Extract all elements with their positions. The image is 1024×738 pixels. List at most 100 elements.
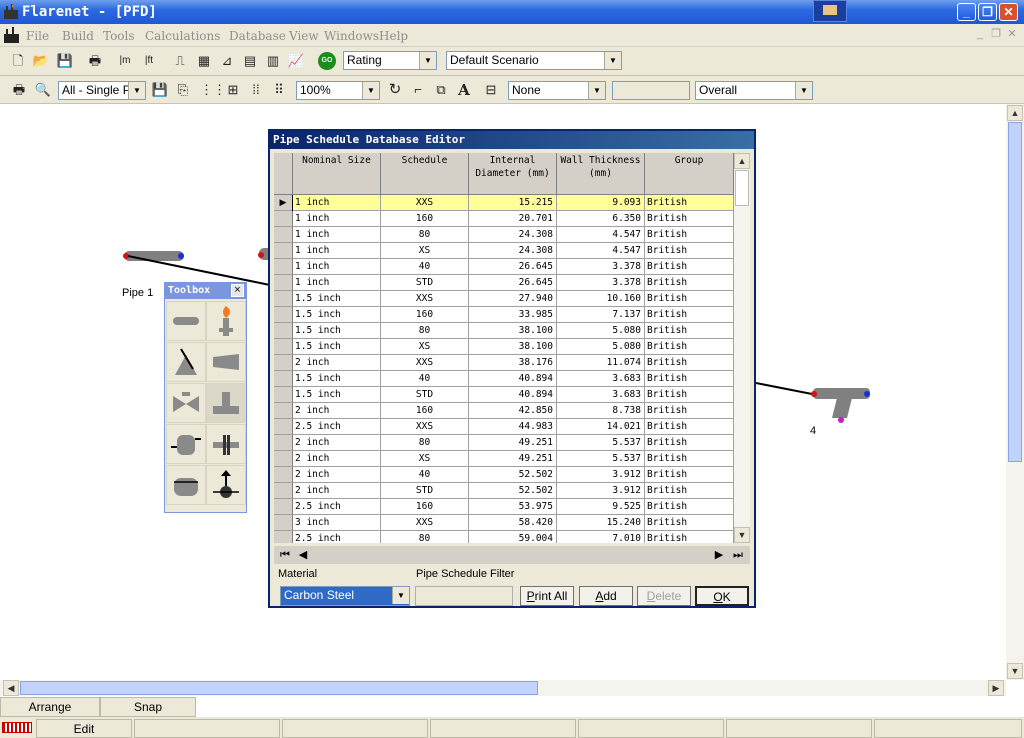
cell-wall-thickness[interactable]: 8.738 xyxy=(557,403,645,419)
cell-schedule[interactable]: XS xyxy=(381,339,469,355)
cell-wall-thickness[interactable]: 4.547 xyxy=(557,243,645,259)
tab-arrange[interactable]: Arrange xyxy=(0,697,100,717)
orifice-tool-icon[interactable] xyxy=(206,424,246,464)
cell-internal-diameter[interactable]: 53.975 xyxy=(469,499,557,515)
material-select[interactable]: Carbon Steel ▼ xyxy=(280,586,410,606)
cell-wall-thickness[interactable]: 9.525 xyxy=(557,499,645,515)
last-record-icon[interactable]: ⏭ xyxy=(730,547,746,563)
row-header[interactable] xyxy=(274,323,293,339)
cell-internal-diameter[interactable]: 38.100 xyxy=(469,323,557,339)
cell-schedule[interactable]: 80 xyxy=(381,323,469,339)
drum-tool-icon[interactable] xyxy=(166,465,206,505)
cell-internal-diameter[interactable]: 49.251 xyxy=(469,451,557,467)
cell-group[interactable]: British xyxy=(645,499,734,515)
column-header-group[interactable]: Group xyxy=(645,153,734,195)
row-header[interactable] xyxy=(274,451,293,467)
print-all-button[interactable]: Print All xyxy=(520,586,574,606)
grid-scroll-up-arrow[interactable]: ▲ xyxy=(734,153,750,169)
cell-nominal-size[interactable]: 2.5 inch xyxy=(293,531,381,543)
cell-wall-thickness[interactable]: 5.537 xyxy=(557,451,645,467)
cell-wall-thickness[interactable]: 3.378 xyxy=(557,259,645,275)
cell-group[interactable]: British xyxy=(645,339,734,355)
cell-nominal-size[interactable]: 2 inch xyxy=(293,483,381,499)
cell-group[interactable]: British xyxy=(645,467,734,483)
cell-nominal-size[interactable]: 1 inch xyxy=(293,227,381,243)
cell-nominal-size[interactable]: 1.5 inch xyxy=(293,291,381,307)
tee-tool-icon[interactable] xyxy=(206,383,246,423)
reducer-tool-icon[interactable] xyxy=(206,342,246,382)
previous-record-icon[interactable]: ◀ xyxy=(295,547,311,563)
row-header[interactable] xyxy=(274,499,293,515)
cell-wall-thickness[interactable]: 3.912 xyxy=(557,467,645,483)
cell-internal-diameter[interactable]: 24.308 xyxy=(469,227,557,243)
separator-tool-icon[interactable] xyxy=(166,424,206,464)
cell-schedule[interactable]: 40 xyxy=(381,467,469,483)
scroll-right-arrow[interactable]: ▶ xyxy=(988,680,1004,696)
tab-snap[interactable]: Snap xyxy=(100,697,196,717)
cell-nominal-size[interactable]: 1.5 inch xyxy=(293,339,381,355)
cell-schedule[interactable]: 160 xyxy=(381,307,469,323)
cell-wall-thickness[interactable]: 14.021 xyxy=(557,419,645,435)
pipe-schedule-dialog[interactable]: Pipe Schedule Database Editor Nominal Si… xyxy=(268,129,756,608)
mdi-close-button[interactable]: ✕ xyxy=(1004,27,1020,41)
cell-group[interactable]: British xyxy=(645,419,734,435)
row-header[interactable] xyxy=(274,243,293,259)
tee-4-branch-port[interactable] xyxy=(838,417,844,423)
row-header[interactable] xyxy=(274,291,293,307)
cell-schedule[interactable]: 160 xyxy=(381,499,469,515)
cell-internal-diameter[interactable]: 33.985 xyxy=(469,307,557,323)
cell-schedule[interactable]: 40 xyxy=(381,371,469,387)
grid-scroll-down-arrow[interactable]: ▼ xyxy=(734,527,750,543)
cell-internal-diameter[interactable]: 52.502 xyxy=(469,467,557,483)
pipe-tool-icon[interactable] xyxy=(166,301,206,341)
cell-wall-thickness[interactable]: 5.537 xyxy=(557,435,645,451)
cell-internal-diameter[interactable]: 38.100 xyxy=(469,339,557,355)
cell-nominal-size[interactable]: 1 inch xyxy=(293,275,381,291)
column-header-internal-diameter[interactable]: Internal Diameter (mm) xyxy=(469,153,557,195)
cell-wall-thickness[interactable]: 5.080 xyxy=(557,339,645,355)
cell-wall-thickness[interactable]: 5.080 xyxy=(557,323,645,339)
cell-internal-diameter[interactable]: 40.894 xyxy=(469,387,557,403)
cell-group[interactable]: British xyxy=(645,483,734,499)
scroll-down-arrow[interactable]: ▼ xyxy=(1007,663,1023,679)
add-button[interactable]: Add xyxy=(579,586,633,606)
cell-internal-diameter[interactable]: 49.251 xyxy=(469,435,557,451)
cell-group[interactable]: British xyxy=(645,323,734,339)
cell-nominal-size[interactable]: 1 inch xyxy=(293,243,381,259)
row-header[interactable] xyxy=(274,371,293,387)
cell-wall-thickness[interactable]: 7.137 xyxy=(557,307,645,323)
cell-group[interactable]: British xyxy=(645,451,734,467)
cell-group[interactable]: British xyxy=(645,243,734,259)
row-header[interactable] xyxy=(274,483,293,499)
flare-tip-tool-icon[interactable] xyxy=(206,301,246,341)
cell-group[interactable]: British xyxy=(645,515,734,531)
row-header[interactable] xyxy=(274,515,293,531)
cell-wall-thickness[interactable]: 4.547 xyxy=(557,227,645,243)
cell-schedule[interactable]: 80 xyxy=(381,531,469,543)
row-header[interactable] xyxy=(274,531,293,543)
grid-vertical-scrollbar[interactable] xyxy=(734,153,750,543)
cell-nominal-size[interactable]: 1.5 inch xyxy=(293,371,381,387)
cell-group[interactable]: British xyxy=(645,195,734,211)
row-header[interactable] xyxy=(274,387,293,403)
cell-wall-thickness[interactable]: 3.912 xyxy=(557,483,645,499)
cell-wall-thickness[interactable]: 10.160 xyxy=(557,291,645,307)
cell-internal-diameter[interactable]: 26.645 xyxy=(469,275,557,291)
toolbox-window[interactable]: Toolbox × xyxy=(164,282,247,513)
row-header[interactable] xyxy=(274,339,293,355)
horizontal-scroll-thumb[interactable] xyxy=(20,681,538,695)
cell-wall-thickness[interactable]: 9.093 xyxy=(557,195,645,211)
current-row-indicator[interactable]: ▶ xyxy=(274,195,293,211)
cell-schedule[interactable]: XXS xyxy=(381,515,469,531)
control-valve-tool-icon[interactable] xyxy=(166,383,206,423)
cell-internal-diameter[interactable]: 58.420 xyxy=(469,515,557,531)
cell-wall-thickness[interactable]: 15.240 xyxy=(557,515,645,531)
cell-schedule[interactable]: STD xyxy=(381,483,469,499)
schedule-grid[interactable]: ▶ 1 inch XXS 15.215 9.093 British 1 inch 160 20.… xyxy=(274,195,734,543)
cell-group[interactable]: British xyxy=(645,227,734,243)
cell-internal-diameter[interactable]: 44.983 xyxy=(469,419,557,435)
delete-button[interactable]: Delete xyxy=(637,586,691,606)
cell-internal-diameter[interactable]: 38.176 xyxy=(469,355,557,371)
cell-wall-thickness[interactable]: 3.683 xyxy=(557,387,645,403)
cell-nominal-size[interactable]: 2 inch xyxy=(293,403,381,419)
